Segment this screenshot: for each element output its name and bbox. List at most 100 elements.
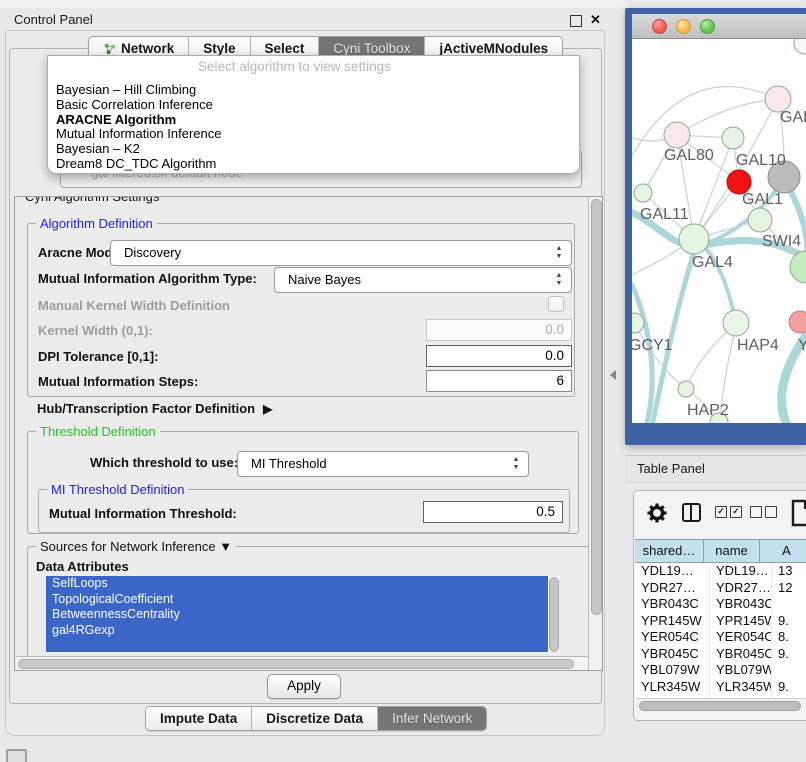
attribute-item-gal4rgexp[interactable]: gal4RGexp [46, 623, 548, 639]
panel-splitter-arrow[interactable] [610, 370, 616, 380]
table-cell[interactable]: 9. [772, 646, 806, 663]
table-panel-titlebar: Table Panel [625, 455, 806, 483]
table-cell[interactable]: YBR045C [635, 646, 710, 663]
table-cell[interactable]: YER054C [710, 629, 772, 646]
network-node[interactable] [794, 39, 806, 54]
attribute-item-partial[interactable] [46, 638, 548, 652]
column-header-a[interactable]: A [760, 540, 806, 562]
hub-section-toggle[interactable]: Hub/Transcription Factor Definition▶ [37, 401, 272, 416]
table-cell[interactable]: YBR045C [710, 646, 772, 663]
settings-vscrollbar[interactable] [588, 197, 602, 670]
network-node[interactable] [634, 184, 652, 202]
table-cell[interactable]: YDR27… [710, 580, 772, 597]
close-icon[interactable]: ✕ [590, 12, 601, 28]
algorithm-option-bayesian-k2[interactable]: Bayesian – K2 [48, 142, 579, 157]
algorithm-option-dream8-dc-tdc-algorithm[interactable]: Dream8 DC_TDC Algorithm [48, 157, 579, 172]
aracne-mode-select[interactable]: Discovery ▲▼ [110, 240, 572, 266]
bottom-tab-discretize-data[interactable]: Discretize Data [252, 707, 378, 730]
table-row[interactable]: YLR345WYLR345W9. [635, 679, 806, 696]
which-threshold-value: MI Threshold [251, 456, 327, 471]
network-node[interactable] [789, 311, 806, 333]
network-node[interactable] [664, 122, 690, 148]
table-cell[interactable]: YBL079W [710, 662, 772, 679]
document-icon[interactable] [791, 499, 806, 527]
settings-vscrollbar-thumb[interactable] [591, 199, 602, 615]
table-row[interactable]: YDL19…YDL19…13 [635, 563, 806, 580]
table-cell[interactable]: YBL079W [635, 662, 710, 679]
close-traffic-light[interactable] [652, 19, 667, 34]
network-node[interactable] [748, 208, 772, 232]
table-cell[interactable]: YDL19… [635, 563, 710, 580]
network-window-titlebar[interactable] [632, 14, 806, 39]
network-node[interactable] [722, 127, 744, 149]
gear-icon[interactable] [647, 503, 667, 523]
table-cell[interactable]: YER054C [635, 629, 710, 646]
table-cell[interactable] [772, 596, 806, 613]
table-cell[interactable]: YPR145W [710, 613, 772, 630]
kernel-width-field[interactable]: 0.0 [426, 319, 572, 341]
settings-hscrollbar-thumb[interactable] [18, 659, 574, 669]
table-hscrollbar[interactable] [636, 698, 806, 712]
table-hscrollbar-thumb[interactable] [639, 701, 801, 711]
table-cell[interactable]: YBR043C [710, 596, 772, 613]
settings-hscrollbar[interactable] [16, 656, 588, 670]
attribute-item-betweennesscentrality[interactable]: BetweennessCentrality [46, 607, 548, 623]
table-cell[interactable]: 12 [772, 580, 806, 597]
algorithm-option-bayesian-hill-climbing[interactable]: Bayesian – Hill Climbing [48, 83, 579, 98]
columns-icon[interactable] [682, 503, 701, 522]
attribute-item-selfloops[interactable]: SelfLoops [46, 576, 548, 592]
table-body: YDL19…YDL19…13YDR27…YDR27…12YBR043CYBR04… [635, 563, 806, 698]
table-row[interactable]: YER054CYER054C8. [635, 629, 806, 646]
table-cell[interactable] [772, 662, 806, 679]
attributes-scrollbar[interactable] [548, 576, 559, 652]
hub-section-label: Hub/Transcription Factor Definition [37, 401, 255, 416]
network-node-labels: GALGAL80GAL10GAL1GAL11SWI4GAL4GCY1HAP4YH… [632, 109, 806, 419]
algorithm-option-mutual-information-inference[interactable]: Mutual Information Inference [48, 127, 579, 142]
mi-threshold-field[interactable]: 0.5 [423, 501, 563, 523]
attributes-scrollbar-thumb[interactable] [549, 577, 559, 652]
algorithm-option-basic-correlation-inference[interactable]: Basic Correlation Inference [48, 98, 579, 113]
table-cell[interactable]: 9. [772, 679, 806, 696]
attribute-item-topologicalcoefficient[interactable]: TopologicalCoefficient [46, 592, 548, 608]
table-cell[interactable]: YDL19… [710, 563, 772, 580]
manual-kernel-checkbox[interactable] [548, 296, 564, 312]
table-row[interactable]: YBL079WYBL079W [635, 662, 806, 679]
table-cell[interactable]: YLR345W [710, 679, 772, 696]
table-row[interactable]: YBR045CYBR045C9. [635, 646, 806, 663]
which-threshold-select[interactable]: MI Threshold ▲▼ [237, 451, 529, 477]
bottom-tab-impute-data[interactable]: Impute Data [146, 707, 252, 730]
sources-toggle[interactable]: Sources for Network Inference ▼ [36, 539, 236, 554]
apply-button[interactable]: Apply [267, 674, 341, 699]
network-node[interactable] [678, 381, 694, 397]
bottom-tab-infer-network[interactable]: Infer Network [378, 707, 486, 730]
deselect-all-icon[interactable] [750, 506, 777, 518]
column-header-shared[interactable]: shared… [635, 540, 704, 562]
dpi-tolerance-field[interactable]: 0.0 [426, 345, 572, 367]
restore-panel-icon[interactable] [6, 749, 27, 762]
table-cell[interactable]: YLR345W [635, 679, 710, 696]
table-row[interactable]: YBR043CYBR043C [635, 596, 806, 613]
table-cell[interactable]: 8. [772, 629, 806, 646]
algorithm-option-aracne-algorithm[interactable]: ARACNE Algorithm [48, 113, 579, 128]
table-panel: ✓ ✓ shared…nameA YDL19…YDL19…13YDR27…YDR… [633, 490, 806, 721]
table-cell[interactable]: YBR043C [635, 596, 710, 613]
minimize-traffic-light[interactable] [676, 19, 691, 34]
mi-steps-field[interactable]: 6 [426, 370, 572, 392]
algorithm-dropdown-popup: Select algorithm to view settings Bayesi… [47, 55, 580, 174]
table-row[interactable]: YDR27…YDR27…12 [635, 580, 806, 597]
table-cell[interactable]: YPR145W [635, 613, 710, 630]
table-row[interactable]: YPR145WYPR145W9. [635, 613, 806, 630]
network-node[interactable] [679, 224, 709, 254]
select-all-icon[interactable]: ✓ ✓ [715, 506, 742, 518]
mi-type-select[interactable]: Naive Bayes ▲▼ [274, 267, 572, 293]
float-panel-icon[interactable] [570, 15, 582, 27]
network-node[interactable] [723, 310, 749, 336]
table-cell[interactable]: 9. [772, 613, 806, 630]
network-node[interactable] [790, 251, 806, 283]
table-panel-title: Table Panel [637, 461, 705, 476]
network-canvas[interactable]: GALGAL80GAL10GAL1GAL11SWI4GAL4GCY1HAP4YH… [632, 39, 806, 423]
table-cell[interactable]: YDR27… [635, 580, 710, 597]
column-header-name[interactable]: name [704, 540, 760, 562]
table-cell[interactable]: 13 [772, 563, 806, 580]
zoom-traffic-light[interactable] [700, 19, 715, 34]
